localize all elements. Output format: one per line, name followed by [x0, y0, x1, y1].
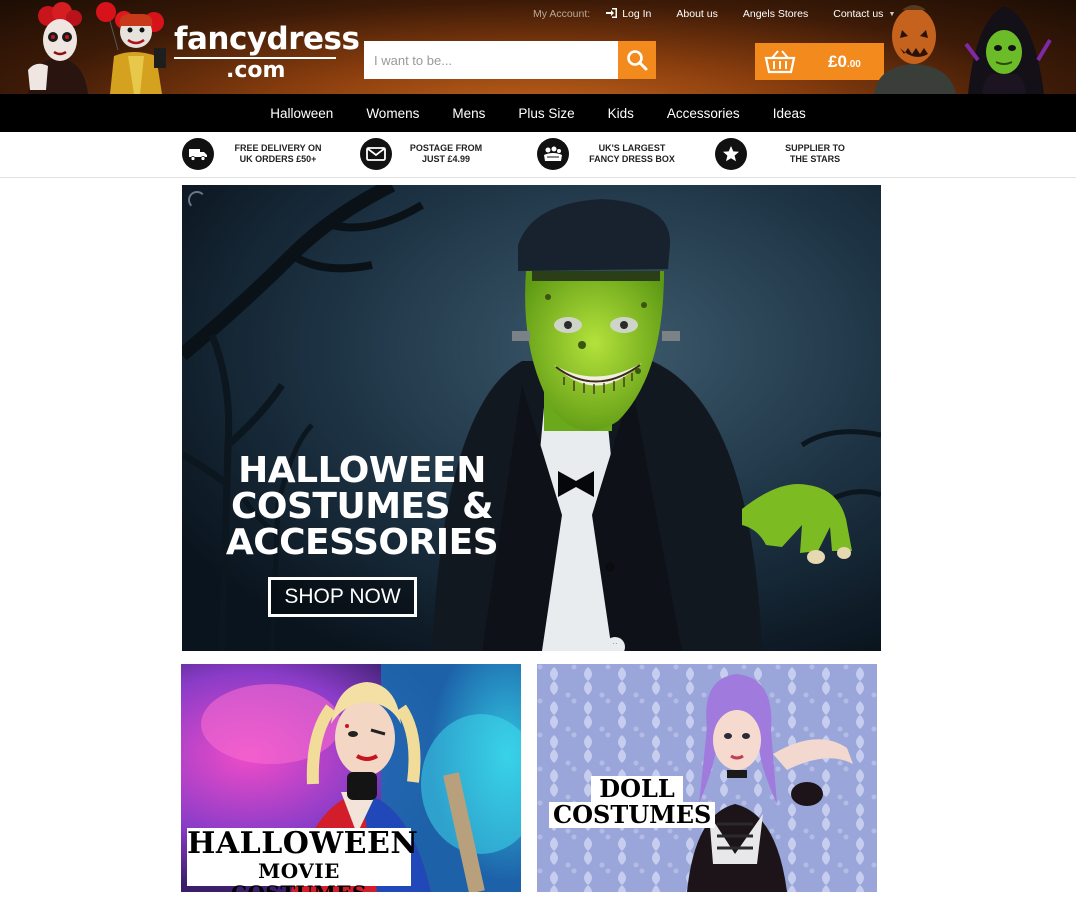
- costume-box-icon: [544, 146, 562, 161]
- nav-item-plus-size[interactable]: Plus Size: [518, 106, 574, 121]
- star-icon: [723, 146, 739, 162]
- clown-model-image: [96, 2, 166, 94]
- main-category-nav: Halloween Womens Mens Plus Size Kids Acc…: [0, 94, 1076, 132]
- usp-text: FREE DELIVERY ON UK ORDERS £50+: [224, 143, 332, 166]
- about-us-label: About us: [676, 8, 718, 20]
- envelope-icon: [366, 147, 386, 161]
- search-bar: [364, 41, 656, 79]
- usp-line1: FREE DELIVERY ON: [234, 142, 322, 153]
- search-icon: [627, 50, 648, 71]
- hero-headline-line3: ACCESSORIES: [225, 522, 499, 563]
- tile-label-line2: COSTUMES: [549, 802, 716, 828]
- usp-text: POSTAGE FROM JUST £4.99: [404, 143, 488, 166]
- shop-now-button[interactable]: SHOP NOW: [268, 577, 417, 617]
- usp-largest-box[interactable]: UK'S LARGEST FANCY DRESS BOX: [537, 138, 685, 170]
- nav-item-ideas[interactable]: Ideas: [773, 106, 806, 121]
- doll-costume-image: [537, 664, 877, 892]
- pumpkin-model-image: [874, 5, 956, 94]
- logo-wordmark: fancydress: [174, 21, 360, 57]
- loading-spinner-icon: [188, 191, 206, 209]
- angels-stores-link[interactable]: Angels Stores: [743, 8, 808, 20]
- truck-icon: [189, 149, 207, 161]
- usp-text: SUPPLIER TO THE STARS: [765, 143, 865, 166]
- usp-supplier-stars[interactable]: SUPPLIER TO THE STARS: [715, 138, 865, 170]
- usp-text: UK'S LARGEST FANCY DRESS BOX: [579, 143, 685, 166]
- nav-item-womens[interactable]: Womens: [366, 106, 419, 121]
- login-link[interactable]: Log In: [606, 7, 652, 21]
- usp-icon-circle: [537, 138, 569, 170]
- tile-label-line1: DOLL: [591, 776, 683, 802]
- doll-costumes-tile[interactable]: DOLL COSTUMES: [537, 664, 877, 892]
- usp-line1: UK'S LARGEST: [598, 142, 666, 153]
- login-label: Log In: [622, 8, 652, 20]
- basket-pence: .00: [846, 58, 861, 70]
- login-icon: [606, 7, 618, 21]
- usp-icon-circle: [715, 138, 747, 170]
- usp-free-delivery[interactable]: FREE DELIVERY ON UK ORDERS £50+: [182, 138, 332, 170]
- tile-label: HALLOWEEN MOVIE COSTUMES: [187, 826, 419, 892]
- hero-headline-line1: HALLOWEEN: [238, 450, 486, 491]
- hero-headline-line2: COSTUMES &: [230, 486, 494, 527]
- halloween-movie-costumes-tile[interactable]: HALLOWEEN MOVIE COSTUMES: [181, 664, 521, 892]
- nav-item-mens[interactable]: Mens: [452, 106, 485, 121]
- usp-icon-circle: [182, 138, 214, 170]
- top-account-nav: My Account: Log In About us Angels Store…: [533, 7, 895, 21]
- usp-line1: SUPPLIER TO: [785, 142, 845, 153]
- sugar-skull-model-image: [28, 2, 88, 94]
- tile-label-line2: MOVIE COSTUMES: [231, 859, 366, 892]
- logo-domain: .com: [226, 58, 286, 83]
- angels-stores-label: Angels Stores: [742, 8, 809, 20]
- usp-line2: FANCY DRESS BOX: [589, 154, 675, 164]
- search-button[interactable]: [618, 41, 656, 79]
- site-header: fancydress .com My Account: Log In About…: [0, 0, 1076, 94]
- basket-total: £0.00: [828, 52, 861, 72]
- usp-icon-circle: [360, 138, 392, 170]
- my-account-label: My Account:: [533, 8, 591, 20]
- usp-line2: UK ORDERS £50+: [239, 154, 317, 164]
- usp-line1: POSTAGE FROM: [409, 142, 483, 153]
- usp-bar: FREE DELIVERY ON UK ORDERS £50+ POSTAGE …: [0, 132, 1076, 178]
- hero-banner[interactable]: HALLOWEEN COSTUMES & ACCESSORIES SHOP NO…: [182, 185, 881, 651]
- search-input[interactable]: [364, 41, 618, 79]
- nav-item-halloween[interactable]: Halloween: [270, 106, 333, 121]
- basket-icon: [764, 49, 796, 73]
- basket-button[interactable]: £0.00: [755, 43, 884, 80]
- usp-line2: THE STARS: [789, 154, 841, 164]
- site-logo[interactable]: fancydress .com: [174, 20, 360, 84]
- tile-label-line1: HALLOWEEN: [187, 826, 419, 861]
- witch-model-image: [964, 6, 1052, 94]
- slider-dot-button[interactable]: ··: [605, 637, 625, 651]
- usp-postage[interactable]: POSTAGE FROM JUST £4.99: [360, 138, 488, 170]
- hero-headline: HALLOWEEN COSTUMES & ACCESSORIES: [212, 453, 512, 561]
- usp-line2: JUST £4.99: [421, 154, 471, 164]
- nav-item-accessories[interactable]: Accessories: [667, 106, 740, 121]
- basket-pounds: £0: [828, 51, 847, 71]
- about-us-link[interactable]: About us: [676, 8, 717, 20]
- nav-item-kids[interactable]: Kids: [608, 106, 634, 121]
